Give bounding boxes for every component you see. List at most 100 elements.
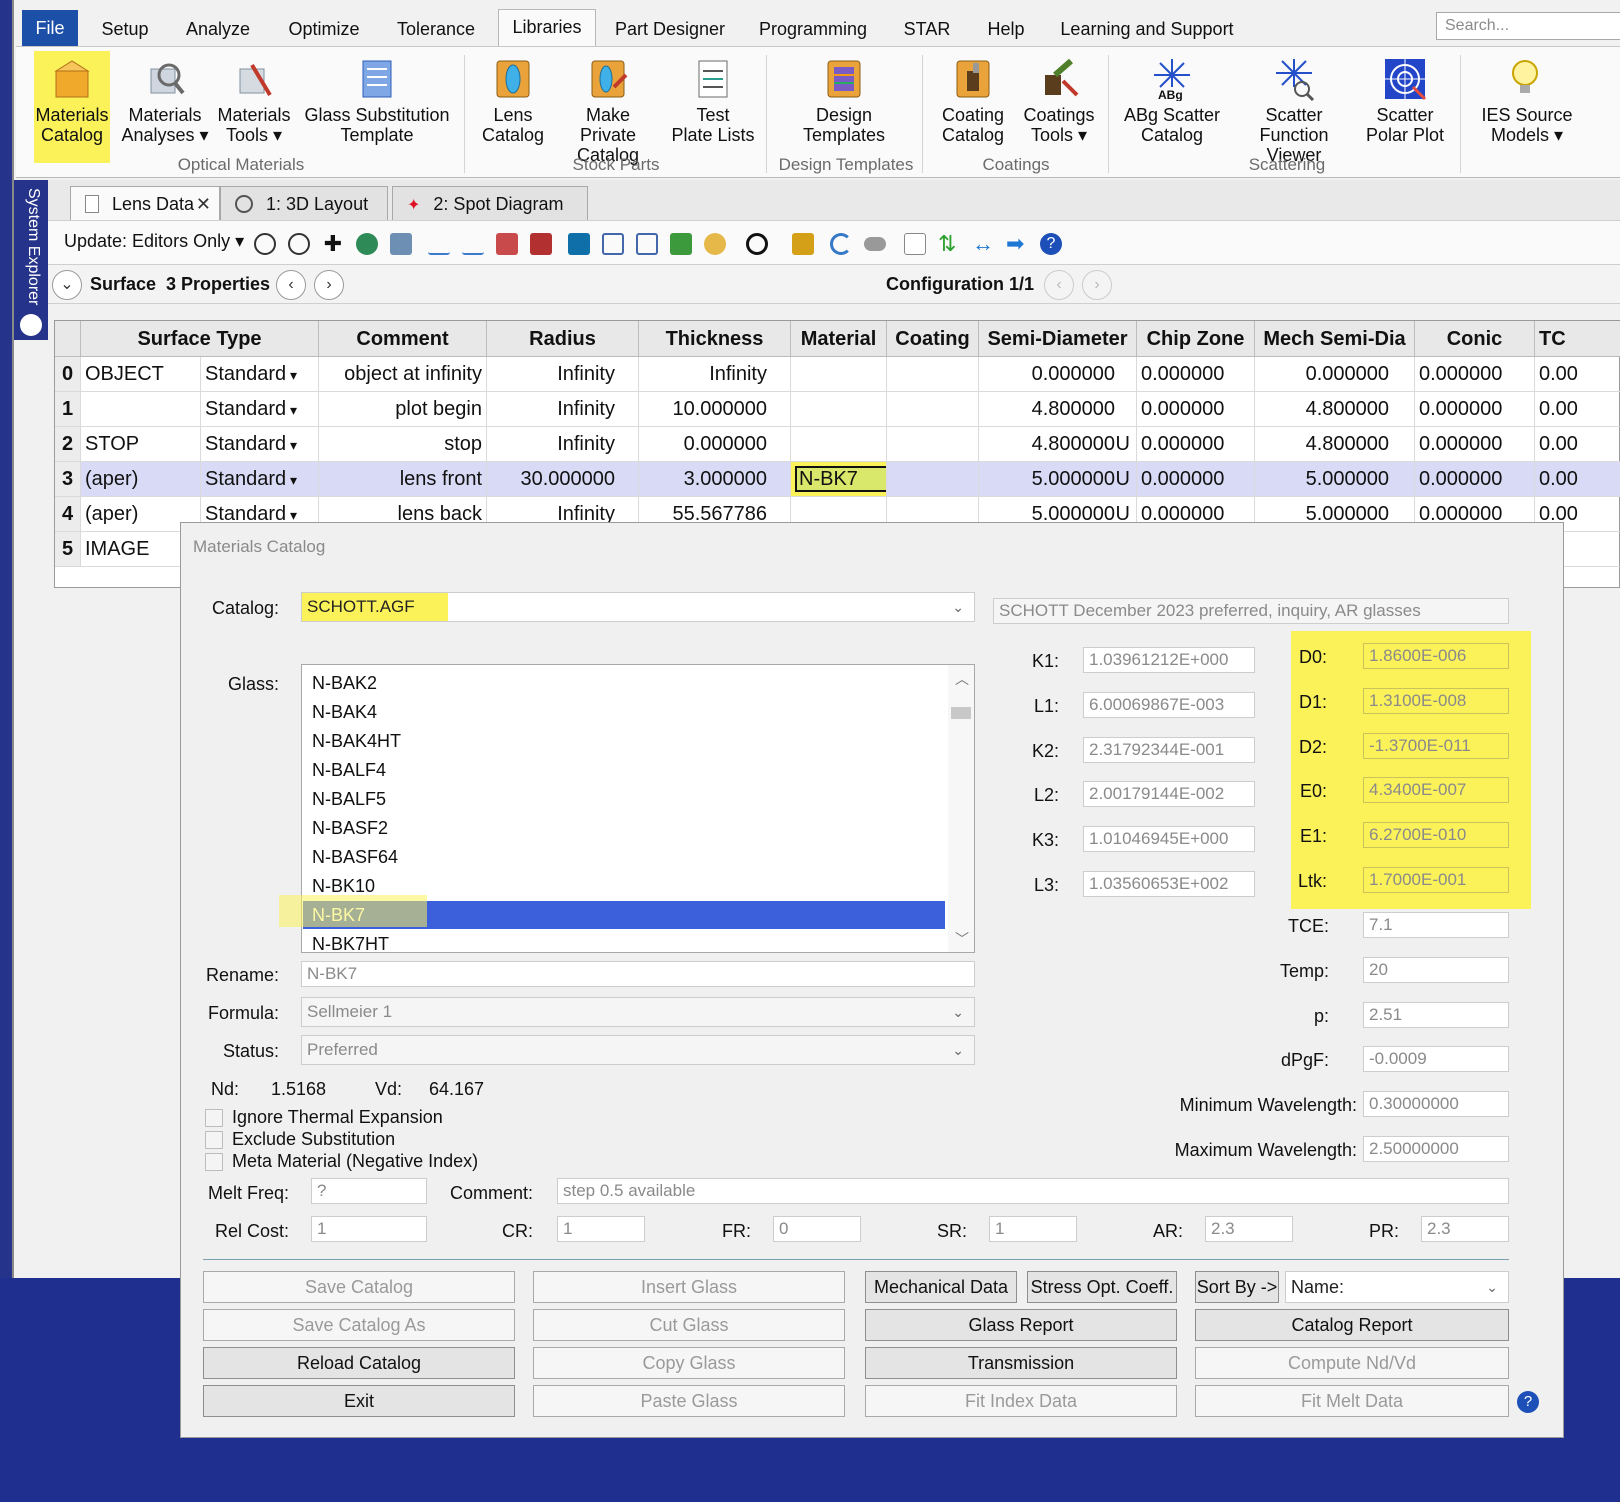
materials-catalog-button[interactable]: Materials Catalog — [34, 51, 110, 163]
glass-list-item[interactable]: N-BAK4 — [303, 698, 945, 726]
image-icon[interactable] — [390, 233, 412, 255]
surface-type[interactable]: Standard ▾ — [201, 427, 319, 462]
thermal-coeff-input[interactable]: 1.3100E-008 — [1363, 687, 1509, 714]
property-input[interactable]: 7.1 — [1363, 912, 1509, 938]
surface-type[interactable]: Standard ▾ — [201, 357, 319, 392]
glass-list-scrollbar[interactable]: ︿ ﹀ — [948, 665, 974, 952]
close-icon[interactable]: ✕ — [196, 187, 211, 221]
rel-cost-input[interactable]: 1 — [311, 1216, 427, 1242]
glass-report-button[interactable]: Glass Report — [865, 1309, 1177, 1341]
comment-cell[interactable]: lens front — [319, 462, 487, 497]
test-plate-lists-button[interactable]: Test Plate Lists — [666, 51, 760, 151]
sort-by-button[interactable]: Sort By -> — [1195, 1271, 1279, 1303]
coeff-input[interactable]: 1.03560653E+002 — [1083, 871, 1255, 897]
ar-input[interactable]: 2.3 — [1205, 1216, 1293, 1242]
property-input[interactable]: -0.0009 — [1363, 1046, 1509, 1073]
scatter-polar-plot-button[interactable]: Scatter Polar Plot — [1362, 51, 1448, 151]
coating-cell[interactable] — [887, 392, 979, 427]
expand-properties-button[interactable]: ⌄ — [52, 270, 82, 300]
menu-help[interactable]: Help — [978, 12, 1034, 46]
thermal-coeff-input[interactable]: 1.8600E-006 — [1363, 643, 1509, 669]
chevron-down-icon[interactable]: ▾ — [286, 437, 297, 453]
help-icon[interactable]: ? — [1517, 1391, 1539, 1413]
radius-cell[interactable]: Infinity — [487, 357, 639, 392]
ies-source-models-button[interactable]: IES Source Models ▾ — [1464, 51, 1590, 151]
chip-zone-cell[interactable]: 0.000000 — [1137, 357, 1255, 392]
chevron-down-icon[interactable]: ▾ — [286, 472, 297, 488]
conic-cell[interactable]: 0.000000 — [1415, 392, 1535, 427]
make-private-catalog-button[interactable]: Make Private Catalog — [556, 51, 660, 165]
notes-icon[interactable] — [904, 233, 926, 255]
wizard-icon[interactable] — [792, 233, 814, 255]
material-cell[interactable] — [791, 392, 887, 427]
comment-cell[interactable]: stop — [319, 427, 487, 462]
thickness-cell[interactable]: 10.000000 — [639, 392, 791, 427]
glass-substitution-template-button[interactable]: Glass Substitution Template — [302, 51, 452, 151]
exclude-substitution-checkbox[interactable] — [205, 1131, 223, 1149]
coeff-input[interactable]: 1.03961212E+000 — [1083, 647, 1255, 673]
save-catalog-as-button[interactable]: Save Catalog As — [203, 1309, 515, 1341]
surface-type[interactable]: Standard ▾ — [201, 462, 319, 497]
tc-cell[interactable]: 0.00 — [1535, 392, 1620, 427]
pr-input[interactable]: 2.3 — [1421, 1216, 1509, 1242]
mech-semi-dia-cell[interactable]: 4.800000 — [1255, 427, 1415, 462]
chevron-up-icon[interactable]: ︿ — [955, 669, 969, 689]
glass-list-item[interactable]: N-BAK2 — [303, 669, 945, 697]
reload-catalog-button[interactable]: Reload Catalog — [203, 1347, 515, 1379]
auto-update-icon[interactable] — [288, 233, 310, 255]
coeff-input[interactable]: 1.01046945E+000 — [1083, 826, 1255, 853]
menu-part-designer[interactable]: Part Designer — [610, 12, 730, 46]
tc-cell[interactable]: 0.00 — [1535, 427, 1620, 462]
coordinate-break-icon[interactable] — [670, 233, 692, 255]
swap-arrows-icon[interactable]: ⇅ — [938, 233, 960, 255]
thermal-coeff-input[interactable]: 4.3400E-007 — [1363, 777, 1509, 804]
conic-cell[interactable]: 0.000000 — [1415, 427, 1535, 462]
surface-name[interactable]: STOP — [81, 427, 201, 462]
abg-scatter-catalog-button[interactable]: ABg ABg Scatter Catalog — [1118, 51, 1226, 151]
thermal-coeff-input[interactable]: 6.2700E-010 — [1363, 822, 1509, 849]
insert-glass-button[interactable]: Insert Glass — [533, 1271, 845, 1303]
transmission-button[interactable]: Transmission — [865, 1347, 1177, 1379]
menu-optimize[interactable]: Optimize — [276, 12, 372, 46]
help-icon[interactable]: ? — [1040, 233, 1062, 255]
menu-programming[interactable]: Programming — [752, 12, 874, 46]
glass-list-item[interactable]: N-BALF4 — [303, 756, 945, 784]
glass-list-item[interactable]: N-BALF5 — [303, 785, 945, 813]
insert-surface-icon[interactable] — [428, 233, 450, 255]
semi-diameter-cell[interactable]: 4.800000 U — [979, 427, 1137, 462]
menu-learning-support[interactable]: Learning and Support — [1054, 12, 1240, 46]
color-wheel-icon[interactable] — [704, 233, 726, 255]
save-catalog-button[interactable]: Save Catalog — [203, 1271, 515, 1303]
rename-input[interactable]: N-BK7 — [301, 961, 975, 987]
material-cell[interactable]: N-BK7 — [791, 462, 887, 497]
solve-flag[interactable]: U — [1116, 427, 1130, 461]
glass-list-item[interactable]: N-BK7HT — [303, 930, 945, 952]
tilt-icon[interactable] — [636, 233, 658, 255]
system-explorer-toggle[interactable]: System Explorer — [14, 180, 48, 340]
mech-semi-dia-cell[interactable]: 0.000000 — [1255, 357, 1415, 392]
glass-list-item[interactable]: N-BAK4HT — [303, 727, 945, 755]
crosshair-icon[interactable]: ✚ — [322, 233, 344, 255]
undo-icon[interactable] — [830, 233, 852, 255]
sr-input[interactable]: 1 — [989, 1216, 1077, 1242]
tab-lens-data[interactable]: Lens Data ✕ — [70, 186, 220, 220]
menu-libraries[interactable]: Libraries — [498, 9, 596, 47]
glass-list-item[interactable]: N-BASF64 — [303, 843, 945, 871]
materials-analyses-button[interactable]: Materials Analyses ▾ — [120, 51, 210, 151]
surface-name[interactable]: OBJECT — [81, 357, 201, 392]
radius-cell[interactable]: Infinity — [487, 392, 639, 427]
paste-glass-button[interactable]: Paste Glass — [533, 1385, 845, 1417]
max-wavelength-input[interactable]: 2.50000000 — [1363, 1136, 1509, 1162]
copy-glass-button[interactable]: Copy Glass — [533, 1347, 845, 1379]
radius-cell[interactable]: Infinity — [487, 427, 639, 462]
min-wavelength-input[interactable]: 0.30000000 — [1363, 1091, 1509, 1117]
lens-icon[interactable] — [568, 233, 590, 255]
chip-zone-cell[interactable]: 0.000000 — [1137, 427, 1255, 462]
tc-cell[interactable]: 0.00 — [1535, 357, 1620, 392]
semi-diameter-cell[interactable]: 0.000000 — [979, 357, 1137, 392]
mechanical-data-button[interactable]: Mechanical Data — [865, 1271, 1017, 1303]
tab-spot-diagram[interactable]: ✦ 2: Spot Diagram — [392, 186, 588, 220]
chevron-down-icon[interactable]: ▾ — [286, 402, 297, 418]
scroll-thumb[interactable] — [951, 707, 971, 719]
coating-catalog-button[interactable]: Coating Catalog — [932, 51, 1014, 151]
